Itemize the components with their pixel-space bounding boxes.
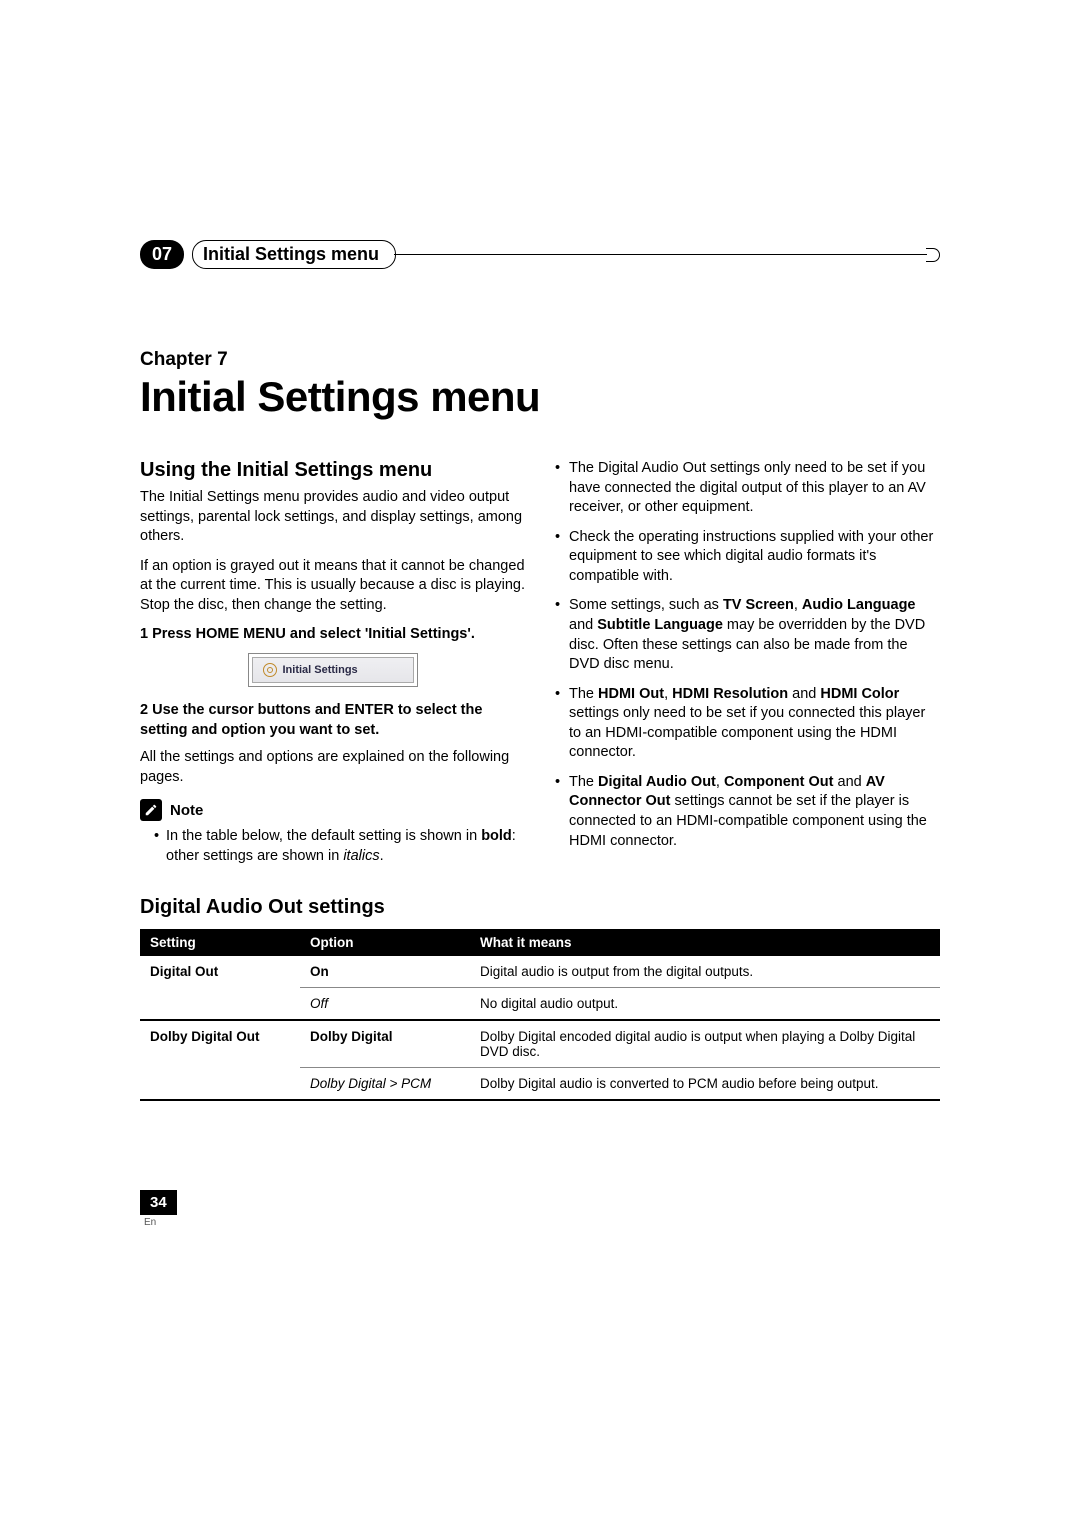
disc-icon <box>263 663 277 677</box>
ui-screenshot-initial-settings: Initial Settings <box>248 653 418 687</box>
rb5-strong-2: Component Out <box>724 774 834 790</box>
cell-meaning: Digital audio is output from the digital… <box>470 956 940 988</box>
rb4-strong-2: HDMI Resolution <box>672 686 788 702</box>
cell-meaning: Dolby Digital encoded digital audio is o… <box>470 1020 940 1068</box>
rb3-c2: and <box>569 617 597 633</box>
right-bullet-3: Some settings, such as TV Screen, Audio … <box>555 596 940 674</box>
rb4-strong-1: HDMI Out <box>598 686 664 702</box>
chapter-label: Chapter 7 <box>140 349 940 371</box>
screenshot-label: Initial Settings <box>283 664 358 676</box>
rb3-strong-2: Audio Language <box>802 597 916 613</box>
note-bullet: In the table below, the default setting … <box>154 827 525 866</box>
header-endcap <box>926 248 940 262</box>
rb3-c1: , <box>794 597 802 613</box>
running-header: 07 Initial Settings menu <box>140 240 940 269</box>
left-column: Using the Initial Settings menu The Init… <box>140 459 525 866</box>
note-bold-word: bold <box>481 828 512 844</box>
note-italic-word: italics <box>343 848 379 864</box>
section-heading-using: Using the Initial Settings menu <box>140 459 525 482</box>
pencil-icon <box>140 799 162 821</box>
note-label: Note <box>170 802 203 819</box>
page-footer: 34 En <box>140 1190 177 1228</box>
rb4-strong-3: HDMI Color <box>820 686 899 702</box>
chapter-number-badge: 07 <box>140 240 184 269</box>
right-column: The Digital Audio Out settings only need… <box>555 459 940 866</box>
rb5-c1: , <box>716 774 724 790</box>
th-option: Option <box>300 929 470 956</box>
rb5-pre: The <box>569 774 598 790</box>
cell-option: Dolby Digital > PCM <box>300 1068 470 1101</box>
note-text-pre: In the table below, the default setting … <box>166 828 481 844</box>
cell-meaning: No digital audio output. <box>470 988 940 1021</box>
rb3-strong-3: Subtitle Language <box>597 617 723 633</box>
table-row: Dolby Digital Out Dolby Digital Dolby Di… <box>140 1020 940 1068</box>
rb4-pre: The <box>569 686 598 702</box>
settings-table: Setting Option What it means Digital Out… <box>140 929 940 1101</box>
rb4-post: settings only need to be set if you conn… <box>569 705 925 760</box>
intro-paragraph-2: If an option is grayed out it means that… <box>140 557 525 616</box>
header-rule <box>394 254 927 256</box>
right-bullet-2: Check the operating instructions supplie… <box>555 528 940 587</box>
note-heading: Note <box>140 799 525 821</box>
right-bullet-4: The HDMI Out, HDMI Resolution and HDMI C… <box>555 685 940 763</box>
rb4-c2: and <box>788 686 820 702</box>
step-1: 1 Press HOME MENU and select 'Initial Se… <box>140 625 525 645</box>
note-text-post: . <box>380 848 384 864</box>
cell-meaning: Dolby Digital audio is converted to PCM … <box>470 1068 940 1101</box>
chapter-title: Initial Settings menu <box>140 373 940 421</box>
page-number: 34 <box>140 1190 177 1215</box>
cell-setting: Dolby Digital Out <box>140 1020 300 1100</box>
table-row: Digital Out On Digital audio is output f… <box>140 956 940 988</box>
page-language: En <box>140 1217 177 1228</box>
rb4-c1: , <box>664 686 672 702</box>
right-bullet-5: The Digital Audio Out, Component Out and… <box>555 773 940 851</box>
running-title: Initial Settings menu <box>192 240 396 269</box>
right-bullet-1: The Digital Audio Out settings only need… <box>555 459 940 518</box>
section-heading-digital-audio-out: Digital Audio Out settings <box>140 896 940 919</box>
after-step-2: All the settings and options are explain… <box>140 748 525 787</box>
cell-option: On <box>300 956 470 988</box>
step-2: 2 Use the cursor buttons and ENTER to se… <box>140 701 525 740</box>
cell-option: Off <box>300 988 470 1021</box>
intro-paragraph-1: The Initial Settings menu provides audio… <box>140 488 525 547</box>
cell-setting: Digital Out <box>140 956 300 1020</box>
rb3-strong-1: TV Screen <box>723 597 794 613</box>
rb3-pre: Some settings, such as <box>569 597 723 613</box>
th-setting: Setting <box>140 929 300 956</box>
table-header-row: Setting Option What it means <box>140 929 940 956</box>
rb5-c2: and <box>834 774 866 790</box>
th-meaning: What it means <box>470 929 940 956</box>
cell-option: Dolby Digital <box>300 1020 470 1068</box>
rb5-strong-1: Digital Audio Out <box>598 774 716 790</box>
